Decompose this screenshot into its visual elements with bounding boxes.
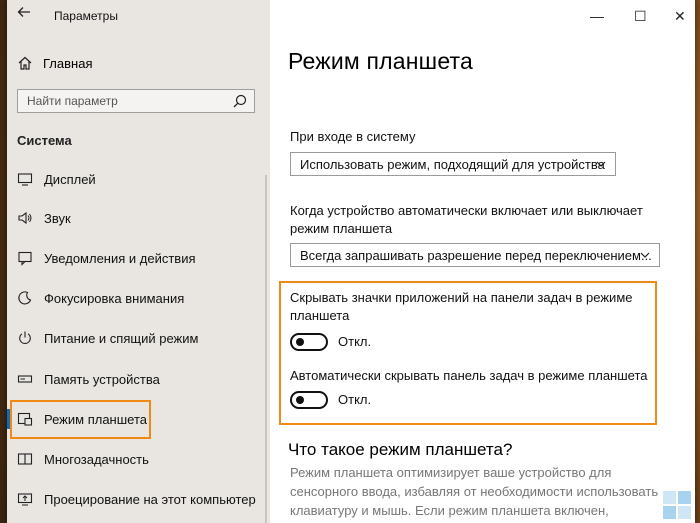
sidebar-item-projecting[interactable]: Проецирование на этот компьютер [7, 484, 270, 514]
home-icon [18, 56, 32, 70]
title-bar: Параметры [7, 0, 270, 32]
about-heading: Что такое режим планшета? [288, 440, 513, 459]
display-icon [17, 171, 33, 187]
maximize-button[interactable]: ☐ [634, 8, 647, 25]
home-label: Главная [43, 55, 93, 71]
minimize-button[interactable]: — [590, 8, 604, 24]
sidebar-item-sound[interactable]: Звук [7, 203, 270, 233]
sidebar-item-focus-assist[interactable]: Фокусировка внимания [7, 283, 270, 313]
close-button[interactable]: ✕ [674, 8, 686, 25]
sidebar-item-notifications[interactable]: Уведомления и действия [7, 243, 270, 273]
sidebar-item-power[interactable]: Питание и спящий режим [7, 323, 270, 353]
sidebar-item-label: Многозадачность [44, 451, 149, 467]
signin-dropdown[interactable]: Использовать режим, подходящий для устро… [290, 152, 616, 176]
signin-dropdown-value: Использовать режим, подходящий для устро… [300, 156, 605, 172]
sidebar-item-label: Уведомления и действия [44, 250, 196, 266]
sidebar-item-multitasking[interactable]: Многозадачность [7, 444, 270, 474]
sound-icon [17, 210, 33, 226]
multitasking-icon [17, 451, 33, 467]
main-content: — ☐ ✕ Режим планшета При входе в систему… [270, 0, 695, 523]
sidebar-scrollbar[interactable] [265, 175, 267, 523]
projecting-icon [17, 491, 33, 507]
auto-switch-dropdown-value: Всегда запрашивать разрешение перед пере… [300, 247, 652, 263]
notifications-icon [17, 250, 33, 266]
sidebar-item-label: Питание и спящий режим [44, 330, 199, 346]
power-icon [17, 330, 33, 346]
sidebar-item-display[interactable]: Дисплей [7, 164, 270, 194]
highlight-frame-nav [10, 400, 151, 439]
sidebar-item-label: Память устройства [44, 371, 160, 387]
sidebar-item-label: Фокусировка внимания [44, 290, 185, 306]
window-title: Параметры [54, 9, 118, 23]
page-title: Режим планшета [288, 48, 474, 74]
signin-label: При входе в систему [290, 129, 416, 144]
sidebar-item-storage[interactable]: Память устройства [7, 364, 270, 394]
focus-assist-icon [17, 290, 33, 306]
auto-switch-label: Когда устройство автоматически включает … [290, 203, 643, 236]
chevron-down-icon [596, 161, 606, 167]
highlight-frame-toggles [279, 281, 657, 425]
search-input[interactable] [27, 94, 217, 108]
back-arrow-icon[interactable] [17, 5, 31, 24]
sidebar-item-label: Дисплей [44, 171, 96, 187]
about-text: Режим планшета оптимизирует ваше устройс… [290, 465, 659, 523]
search-box[interactable] [17, 89, 255, 113]
sidebar: Параметры Главная Система Дисплей Звук У… [7, 0, 270, 523]
section-title: Система [17, 133, 72, 148]
storage-icon [17, 371, 33, 387]
settings-window: Параметры Главная Система Дисплей Звук У… [7, 0, 695, 523]
search-icon[interactable] [233, 94, 247, 108]
chevron-down-icon [640, 252, 650, 258]
windows-logo-icon [663, 491, 691, 519]
sidebar-item-label: Звук [44, 210, 71, 226]
sidebar-item-label: Проецирование на этот компьютер [44, 491, 256, 507]
auto-switch-dropdown[interactable]: Всегда запрашивать разрешение перед пере… [290, 243, 660, 267]
home-nav-item[interactable]: Главная [17, 53, 92, 73]
